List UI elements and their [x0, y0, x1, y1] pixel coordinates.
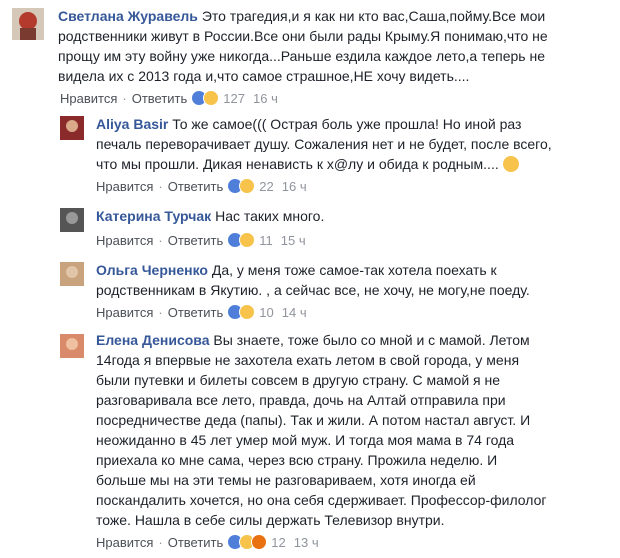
avatar-image [60, 116, 84, 140]
avatar[interactable] [60, 262, 84, 286]
comment-text-line: тоже. Нашла в себе силы держать Телевизо… [96, 512, 445, 528]
reactions[interactable]: 22 [227, 178, 274, 194]
sad-face-emoji [502, 156, 519, 172]
timestamp[interactable]: 16 ч [253, 91, 278, 106]
comment-text-line: печаль переворачивает душу. Сожаления не… [96, 136, 552, 152]
comment-text-line: что мы прошли. Дикая ненависть к х@лу и … [96, 156, 499, 172]
comment-body: Aliya Basir То же самое((( Острая боль у… [96, 114, 610, 174]
reaction-count: 22 [259, 178, 274, 194]
sad-reaction-icon [239, 232, 256, 248]
like-button[interactable]: Нравится [96, 305, 153, 320]
reactions[interactable]: 11 [227, 232, 273, 248]
sad-reaction-icon [203, 90, 220, 106]
comment-text-line: 14года я впервые не захотела ехать летом… [96, 352, 520, 368]
reply-button[interactable]: Ответить [168, 233, 224, 248]
like-button[interactable]: Нравится [96, 233, 153, 248]
sad-reaction-icon [239, 178, 256, 194]
avatar-image [60, 262, 84, 286]
comment-author[interactable]: Светлана Журавель [58, 8, 198, 24]
timestamp[interactable]: 13 ч [294, 535, 319, 550]
separator-dot: · [122, 90, 127, 106]
timestamp[interactable]: 14 ч [282, 305, 307, 320]
comment-text-line: посредничестве деда (папы). Так и жили. … [96, 412, 531, 428]
comment-body: Елена Денисова Вы знаете, тоже было со м… [96, 330, 610, 530]
separator-dot: · [158, 534, 163, 550]
reply-button[interactable]: Ответить [168, 305, 224, 320]
comment-text-line: родственникам в Якутию. , а сейчас все, … [96, 282, 530, 298]
comment-author[interactable]: Ольга Черненко [96, 262, 208, 278]
comment-text-line: Вы знаете, тоже было со мной и с мамой. … [213, 332, 530, 348]
comment-actions: Нравится · Ответить 127 16 ч [60, 88, 278, 108]
comment-author[interactable]: Aliya Basir [96, 116, 168, 132]
reactions[interactable]: 10 [227, 304, 274, 320]
comment-body: Катерина Турчак Нас таких много. [96, 206, 610, 226]
avatar-image [60, 334, 84, 358]
comment-text-line: прощу им эту войну уже никогда...Раньше … [58, 48, 545, 64]
separator-dot: · [158, 178, 163, 194]
like-button[interactable]: Нравится [96, 179, 153, 194]
angry-reaction-icon [251, 534, 268, 550]
separator-dot: · [158, 232, 163, 248]
comment-actions: Нравится · Ответить 12 13 ч [96, 532, 319, 552]
comment-body: Светлана Журавель Это трагедия,и я как н… [58, 6, 610, 86]
comment-thread: Светлана Журавель Это трагедия,и я как н… [0, 0, 620, 558]
comment-text-line: неожиданно в 45 лет умер мой муж. И тогд… [96, 432, 515, 448]
like-button[interactable]: Нравится [96, 535, 153, 550]
reactions[interactable]: 127 [191, 90, 245, 106]
reaction-count: 11 [259, 232, 273, 248]
avatar[interactable] [60, 334, 84, 358]
timestamp[interactable]: 15 ч [281, 233, 306, 248]
comment-author[interactable]: Елена Денисова [96, 332, 210, 348]
comment-text-line: родственники живут в России.Все они были… [58, 28, 548, 44]
reactions[interactable]: 12 [227, 534, 286, 550]
like-button[interactable]: Нравится [60, 91, 117, 106]
comment-text-line: Да, у меня тоже самое-так хотела поехать… [211, 262, 497, 278]
comment-text-line: Нас таких много. [215, 208, 325, 224]
reply-button[interactable]: Ответить [168, 535, 224, 550]
comment-text-line: больше мы на эти темы не разговариваем, … [96, 472, 476, 488]
avatar[interactable] [12, 8, 44, 40]
avatar-image [60, 208, 84, 232]
comment-text-line: приехала ко мне сама, через всю страну. … [96, 452, 498, 468]
sad-reaction-icon [239, 304, 256, 320]
comment-text-line: То же самое((( Острая боль уже прошла! Н… [172, 116, 522, 132]
comment-actions: Нравится · Ответить 10 14 ч [96, 302, 307, 322]
timestamp[interactable]: 16 ч [282, 179, 307, 194]
reply-button[interactable]: Ответить [168, 179, 224, 194]
comment-author[interactable]: Катерина Турчак [96, 208, 211, 224]
avatar[interactable] [60, 116, 84, 140]
comment-actions: Нравится · Ответить 22 16 ч [96, 176, 307, 196]
comment-actions: Нравится · Ответить 11 15 ч [96, 230, 306, 250]
comment-text-line: были путевки и билеты совсем в другую ст… [96, 372, 501, 388]
comment-text-line: видела их с 2013 года и,что самое страшн… [58, 68, 470, 84]
comment-text-line: поскандалить хочется, но она себя сдержи… [96, 492, 547, 508]
comment-text-line: Это трагедия,и я как ни кто вас,Саша,пой… [201, 8, 546, 24]
reaction-count: 10 [259, 304, 274, 320]
avatar[interactable] [60, 208, 84, 232]
comment-text-line: разговаривала все лето, правда, дочь на … [96, 392, 506, 408]
comment-body: Ольга Черненко Да, у меня тоже самое-так… [96, 260, 610, 300]
avatar-image [12, 8, 44, 40]
reply-button[interactable]: Ответить [132, 91, 188, 106]
separator-dot: · [158, 304, 163, 320]
reaction-count: 12 [271, 534, 286, 550]
reaction-count: 127 [223, 90, 245, 106]
